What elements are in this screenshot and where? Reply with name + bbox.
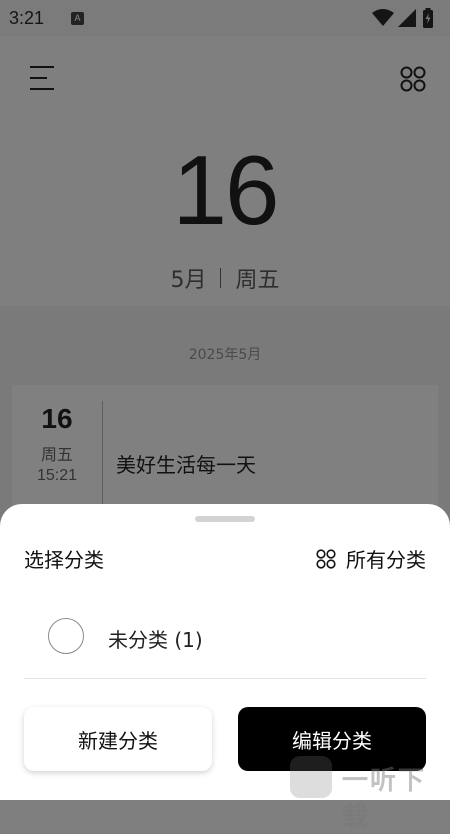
menu-icon[interactable] xyxy=(30,66,54,90)
battery-icon xyxy=(423,8,433,28)
entry-weekday: 周五 xyxy=(40,445,73,464)
new-category-button[interactable]: 新建分类 xyxy=(24,707,212,771)
watermark: 一听下载 xyxy=(290,756,450,833)
all-categories-button[interactable]: 所有分类 xyxy=(316,544,426,573)
entry-title: 美好生活每一天 xyxy=(116,453,256,477)
watermark-text: 一听下载 xyxy=(342,766,427,833)
entry-divider xyxy=(102,401,103,511)
weekday-label: 周五 xyxy=(235,268,280,293)
big-day-number: 16 xyxy=(172,135,279,245)
watermark-logo xyxy=(290,756,332,798)
category-item[interactable]: 未分类 (1) xyxy=(0,616,450,680)
month-label: 5月 xyxy=(170,268,207,293)
sheet-title: 选择分类 xyxy=(24,548,104,572)
grid-icon[interactable] xyxy=(400,66,426,92)
diary-entry-card[interactable]: 16 周五 15:21 美好生活每一天 xyxy=(12,385,438,511)
status-time: 3:21 xyxy=(9,8,45,28)
divider xyxy=(24,678,426,679)
category-radio[interactable] xyxy=(48,618,84,654)
entry-time: 15:21 xyxy=(36,467,78,484)
wifi-icon xyxy=(372,9,394,26)
category-label: 未分类 (1) xyxy=(108,628,203,652)
notification-icon: A xyxy=(71,12,84,25)
divider xyxy=(220,268,222,288)
entry-day: 16 xyxy=(41,403,73,434)
entry-date: 16 周五 15:21 xyxy=(12,401,102,485)
grid-icon xyxy=(316,548,336,569)
all-categories-label: 所有分类 xyxy=(346,548,426,572)
status-bar: 3:21 A xyxy=(0,0,450,36)
month-weekday: 5月 周五 xyxy=(0,262,450,294)
drag-handle[interactable] xyxy=(195,516,255,522)
month-group-label: 2025年5月 xyxy=(188,347,262,363)
status-icons xyxy=(372,8,442,28)
signal-icon xyxy=(398,9,416,27)
